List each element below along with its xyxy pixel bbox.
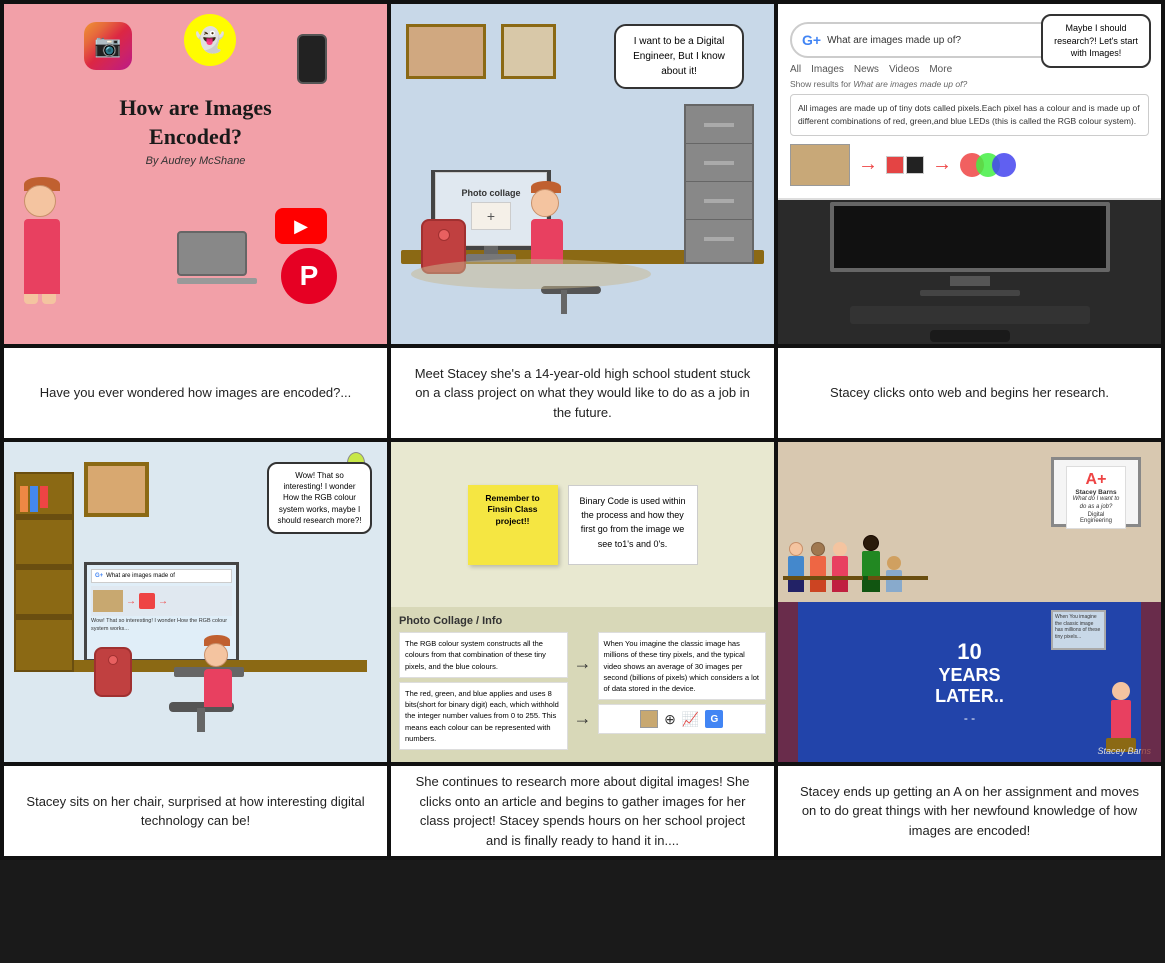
list-item — [788, 542, 804, 592]
caption-2: Meet Stacey she's a 14-year-old high sch… — [391, 348, 774, 438]
title-box: How are Images Encoded? By Audrey McShan… — [96, 94, 296, 167]
desk-surface-2-icon — [868, 576, 928, 580]
cell-google-search: Maybe I should research?! Let's start wi… — [778, 4, 1161, 344]
arrows-column: → → — [572, 632, 594, 750]
caption-7: Stacey sits on her chair, surprised at h… — [4, 766, 387, 856]
list-item — [810, 542, 826, 592]
binary-description: Binary Code is used within the process a… — [568, 485, 698, 565]
avatar — [204, 635, 232, 707]
photo-collage-panel: Photo Collage / Info The RGB colour syst… — [391, 607, 774, 762]
grade-card: A+ Stacey Barns What do I want to do as … — [1066, 466, 1126, 529]
classroom-scene: A+ Stacey Barns What do I want to do as … — [778, 442, 1161, 602]
presentation-screen-icon: When You imagine the classic image has m… — [1051, 610, 1106, 650]
instagram-icon: 📷 — [84, 22, 132, 70]
mouse-icon — [930, 330, 1010, 342]
caption-9: Stacey ends up getting an A on her assig… — [778, 766, 1161, 856]
arrow-icon-2: → — [574, 708, 592, 729]
rgb-circles — [960, 153, 1016, 177]
caption-3: Stacey clicks onto web and begins her re… — [778, 348, 1161, 438]
keyboard-icon — [850, 306, 1090, 324]
info-right-column: When You imagine the classic image has m… — [598, 632, 767, 750]
google-logo-icon: G+ — [802, 32, 821, 48]
info-box-1: The RGB colour system constructs all the… — [399, 632, 568, 678]
subject-label: Digital Engineering — [1071, 512, 1121, 524]
sticky-note: Remember to Finsin Class project!! — [468, 485, 558, 565]
wall-picture-icon — [84, 462, 149, 517]
student-name-label: Stacey Barns — [1071, 489, 1121, 496]
building-image — [790, 144, 850, 186]
caption-1: Have you ever wondered how images are en… — [4, 348, 387, 438]
grade-value: A+ — [1071, 471, 1121, 489]
arrow-right-2-icon: → — [932, 153, 952, 176]
info-left-column: The RGB colour system constructs all the… — [399, 632, 568, 750]
backpack-icon — [94, 647, 132, 697]
arrow-icon-1: → — [574, 653, 592, 674]
caption-8: She continues to research more about dig… — [391, 766, 774, 856]
laptop-icon — [177, 231, 257, 284]
cell-office-scene: I want to be a Digital Engineer, But I k… — [391, 4, 774, 344]
speech-bubble: Maybe I should research?! Let's start wi… — [1041, 14, 1151, 68]
chart-icon: 📈 — [682, 711, 699, 728]
curtain-left-icon — [778, 602, 798, 762]
list-item — [886, 556, 902, 592]
image-thumbnail-icon — [640, 710, 658, 728]
list-item — [832, 542, 848, 592]
snapchat-icon: 👻 — [184, 14, 236, 66]
page-title: How are Images Encoded? — [96, 94, 296, 151]
info-box-2: When You imagine the classic image has m… — [598, 632, 767, 700]
cell-binary-info: Remember to Finsin Class project!! Binar… — [391, 442, 774, 762]
pinterest-icon: P — [281, 248, 337, 304]
cell-character-computer: G+ What are images made of → → Wow! That… — [4, 442, 387, 762]
results-label: Show results for What are images made up… — [790, 79, 1149, 89]
monitor-base-icon — [920, 290, 1020, 296]
cell-title: 📷 👻 How are Images Encoded? By Audrey Mc… — [4, 4, 387, 344]
info-box-3: The red, green, and blue applies and use… — [399, 682, 568, 750]
google-search-panel: Maybe I should research?! Let's start wi… — [778, 4, 1161, 200]
desk-surface-icon — [783, 576, 863, 580]
ten-years-later-panel: 10 YEARS LATER.. - - Stacey Barns When Y… — [778, 602, 1161, 762]
phone-icon — [297, 34, 327, 84]
presenter-figure — [1111, 682, 1131, 742]
result-images-row: → → — [790, 144, 1149, 186]
avatar — [24, 177, 60, 304]
rgb-squares — [886, 156, 924, 174]
arrow-right-icon: → — [858, 153, 878, 176]
assignment-title-label: What do I want to do as a job? — [1071, 496, 1121, 512]
monitor-stand-icon — [950, 276, 990, 286]
g-icon: G — [705, 710, 723, 728]
curtain-right-icon — [1141, 602, 1161, 762]
floor-mat — [411, 259, 651, 289]
speech-bubble: I want to be a Digital Engineer, But I k… — [614, 24, 744, 89]
avatar — [531, 181, 563, 264]
monitor-display — [830, 202, 1110, 272]
info-boxes-container: The RGB colour system constructs all the… — [399, 632, 766, 750]
monitor-bottom-section — [778, 200, 1161, 345]
ten-years-text: 10 YEARS LATER.. - - — [935, 639, 1004, 725]
chair-leg-icon — [197, 708, 205, 732]
binary-top-panel: Remember to Finsin Class project!! Binar… — [391, 442, 774, 607]
plus-icon: ⊕ — [664, 711, 676, 728]
students-row — [788, 535, 902, 592]
search-result-box: All images are made up of tiny dots call… — [790, 94, 1149, 136]
bookcase-icon — [14, 472, 74, 672]
photo-collage-label: Photo Collage / Info — [399, 615, 766, 627]
cell-classroom-future: A+ Stacey Barns What do I want to do as … — [778, 442, 1161, 762]
youtube-icon: ▶ — [275, 208, 327, 244]
comic-grid: 📷 👻 How are Images Encoded? By Audrey Mc… — [0, 0, 1165, 860]
list-item — [862, 535, 880, 592]
author-label: By Audrey McShane — [96, 155, 296, 167]
whiteboard-icon: A+ Stacey Barns What do I want to do as … — [1051, 457, 1141, 527]
speech-bubble: Wow! That so interesting! I wonder How t… — [267, 462, 372, 534]
wall-art-2 — [501, 24, 556, 79]
icon-row: ⊕ 📈 G — [598, 704, 767, 734]
wall-art — [406, 24, 486, 79]
